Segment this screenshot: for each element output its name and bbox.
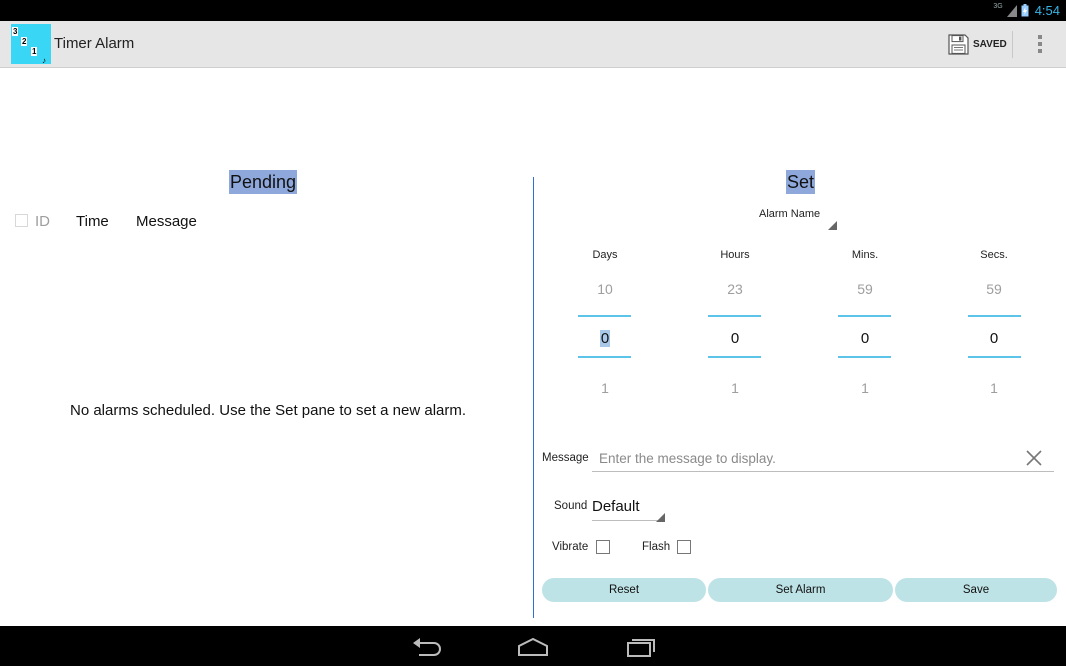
seconds-label: Secs. [980, 249, 1008, 261]
reset-button[interactable]: Reset [542, 578, 706, 602]
message-input[interactable] [592, 446, 1054, 472]
pane-divider [533, 177, 534, 618]
action-bar-divider [1012, 31, 1013, 58]
action-bar: 3 2 1 ♪ Timer Alarm SAVED [0, 21, 1066, 68]
picker-line [708, 356, 761, 358]
back-icon[interactable] [407, 634, 447, 660]
minutes-label: Mins. [851, 249, 879, 261]
alarm-name-spinner[interactable]: Alarm Name [759, 208, 820, 220]
hours-next-value[interactable]: 1 [705, 380, 765, 396]
save-disk-icon [948, 33, 969, 55]
navigation-bar [0, 626, 1066, 666]
picker-line [838, 356, 891, 358]
picker-line [968, 315, 1021, 317]
days-prev-value[interactable]: 10 [575, 281, 635, 297]
saved-label: SAVED [973, 38, 1007, 50]
hours-label: Hours [720, 249, 750, 261]
seconds-prev-value[interactable]: 59 [964, 281, 1024, 297]
set-alarm-button[interactable]: Set Alarm [708, 578, 893, 602]
column-header-message[interactable]: Message [136, 213, 197, 230]
message-label: Message [542, 452, 589, 464]
column-header-time[interactable]: Time [76, 213, 109, 230]
days-current-value[interactable]: 0 [575, 330, 635, 347]
flash-label: Flash [642, 541, 671, 553]
picker-line [968, 356, 1021, 358]
app-title: Timer Alarm [54, 35, 135, 52]
picker-line [708, 315, 761, 317]
app-icon[interactable]: 3 2 1 ♪ [11, 24, 51, 65]
picker-line [578, 315, 631, 317]
select-all-checkbox[interactable] [15, 214, 28, 227]
app-icon-digit: 2 [21, 37, 28, 46]
signal-icon [1006, 4, 1017, 17]
days-next-value[interactable]: 1 [575, 380, 635, 396]
sound-dropdown-icon[interactable] [656, 513, 665, 522]
minutes-current-value[interactable]: 0 [835, 330, 895, 347]
sound-value: Default [592, 498, 640, 515]
days-label: Days [592, 249, 618, 261]
status-bar: 3G 4:54 [0, 0, 1066, 21]
picker-line [578, 356, 631, 358]
saved-button[interactable]: SAVED [948, 32, 1007, 56]
alarm-name-label: Alarm Name [759, 208, 821, 220]
close-icon[interactable] [1023, 447, 1045, 469]
sound-label: Sound [554, 500, 588, 512]
column-header-id[interactable]: ID [35, 213, 50, 230]
vibrate-checkbox[interactable] [596, 540, 610, 554]
empty-alarms-message: No alarms scheduled. Use the Set pane to… [70, 402, 467, 419]
network-type: 3G [993, 3, 1003, 10]
alarm-name-dropdown-icon[interactable] [828, 221, 837, 230]
minutes-prev-value[interactable]: 59 [835, 281, 895, 297]
app-icon-digit: 3 [12, 27, 19, 36]
music-note-icon: ♪ [42, 56, 46, 65]
set-title: Set [786, 170, 816, 194]
flash-checkbox[interactable] [677, 540, 691, 554]
pending-title: Pending [229, 170, 298, 194]
hours-prev-value[interactable]: 23 [705, 281, 765, 297]
seconds-next-value[interactable]: 1 [964, 380, 1024, 396]
hours-current-value[interactable]: 0 [705, 330, 765, 347]
seconds-current-value[interactable]: 0 [964, 330, 1024, 347]
save-button[interactable]: Save [895, 578, 1057, 602]
picker-line [838, 315, 891, 317]
vibrate-label: Vibrate [552, 541, 589, 553]
sound-spinner[interactable]: Default [592, 496, 664, 521]
recent-apps-icon[interactable] [620, 634, 660, 660]
battery-charging-icon [1021, 4, 1029, 17]
overflow-menu-icon[interactable] [1030, 32, 1050, 56]
home-icon[interactable] [513, 634, 553, 660]
app-icon-digit: 1 [31, 47, 38, 56]
clock: 4:54 [1034, 3, 1060, 18]
minutes-next-value[interactable]: 1 [835, 380, 895, 396]
